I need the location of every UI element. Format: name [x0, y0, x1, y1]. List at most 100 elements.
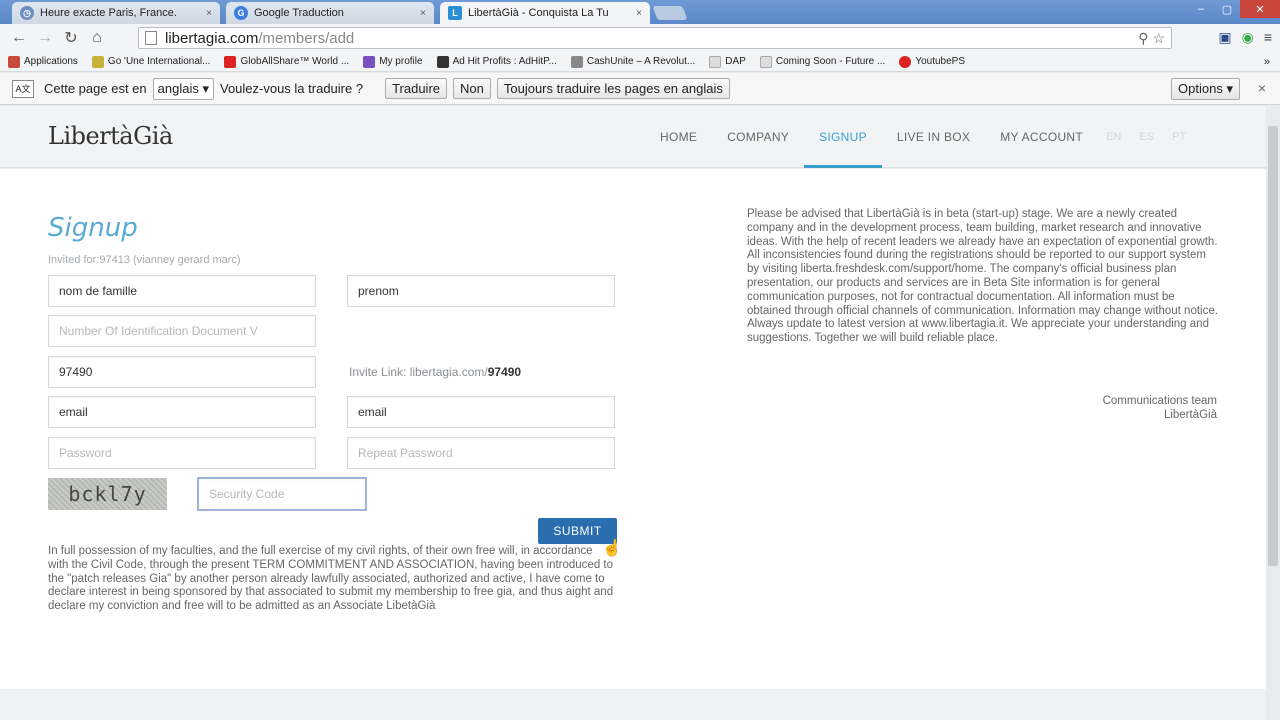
lang-es[interactable]: ES [1139, 131, 1154, 143]
page-icon [759, 55, 772, 68]
bookmark-icon [899, 55, 912, 68]
site-logo[interactable]: LibertàGià [48, 122, 173, 150]
sponsor-id-input[interactable]: 97490 [48, 356, 316, 388]
page-icon [145, 31, 157, 45]
password-input[interactable]: Password [48, 437, 316, 469]
bookmark-icon [436, 55, 449, 68]
translate-bar: A文 Cette page est en anglais ▾ Voulez-vo… [0, 73, 1280, 105]
bookmark-icon [91, 55, 104, 68]
bookmark-label: Go 'Une International... [107, 56, 211, 67]
home-icon[interactable]: ⌂ [84, 29, 110, 47]
invite-link-prefix: Invite Link: libertagia.com/ [349, 365, 488, 379]
forward-arrow-icon[interactable]: → [32, 29, 58, 47]
tab-title: Google Traduction [254, 7, 344, 19]
nav-company[interactable]: COMPANY [712, 106, 804, 168]
bookmark-cashunite[interactable]: CashUnite – A Revolut... [570, 55, 695, 68]
language-switcher: EN ES PT [1106, 106, 1186, 168]
window-close-icon[interactable]: ✕ [1240, 0, 1280, 18]
tab-title: LibertàGià - Conquista La Tu [468, 7, 609, 19]
translate-button[interactable]: Traduire [385, 78, 448, 99]
tab-title: Heure exacte Paris, France. [40, 7, 177, 19]
apps-icon [8, 55, 20, 68]
minimize-icon[interactable]: – [1188, 0, 1214, 18]
extension-icons: ▣ ◉ ≡ [1218, 29, 1272, 46]
main-nav: HOME COMPANY SIGNUP LIVE IN BOX MY ACCOU… [645, 106, 1186, 168]
no-button[interactable]: Non [453, 78, 491, 99]
tab-google-traduction[interactable]: G Google Traduction × [226, 2, 434, 24]
options-button[interactable]: Options ▾ [1171, 78, 1240, 100]
extension-green-icon[interactable]: ◉ [1242, 29, 1254, 46]
translate-icon: A文 [12, 79, 34, 98]
language-select[interactable]: anglais ▾ [152, 77, 214, 100]
window-controls: – ▢ ✕ [1188, 0, 1280, 18]
lang-en[interactable]: EN [1106, 131, 1121, 143]
security-code-input[interactable]: Security Code [197, 477, 367, 511]
bookmark-international[interactable]: Go 'Une International... [91, 55, 211, 68]
tab-strip: ◷ Heure exacte Paris, France. × G Google… [0, 0, 1280, 24]
nav-signup[interactable]: SIGNUP [804, 106, 882, 168]
bookmark-icon [363, 55, 376, 68]
terms-text: In full possession of my faculties, and … [48, 545, 614, 613]
close-icon[interactable]: × [636, 8, 642, 19]
bookmark-coming-soon[interactable]: Coming Soon - Future ... [759, 55, 885, 68]
new-tab-button[interactable] [652, 6, 688, 20]
bookmarks-overflow-icon[interactable]: » [1264, 56, 1270, 68]
bookmark-label: Ad Hit Profits : AdHitP... [452, 56, 557, 67]
bookmark-dap[interactable]: DAP [709, 55, 746, 68]
bookmark-label: YoutubePS [915, 56, 966, 67]
always-translate-button[interactable]: Toujours traduire les pages en anglais [496, 78, 730, 99]
invite-link[interactable]: Invite Link: libertagia.com/97490 [349, 365, 521, 379]
bookmark-ad-hit-profits[interactable]: Ad Hit Profits : AdHitP... [436, 55, 557, 68]
back-arrow-icon[interactable]: ← [6, 29, 32, 47]
site-header: LibertàGià HOME COMPANY SIGNUP LIVE IN B… [0, 106, 1266, 168]
bookmark-my-profile[interactable]: My profile [363, 55, 423, 68]
beta-notice: Please be advised that LibertàGià is in … [747, 208, 1218, 345]
main-content: Signup Invited for:97413 (vianney gerard… [0, 169, 1266, 689]
url-path: /members/add [258, 29, 355, 47]
page-footer [0, 689, 1266, 720]
last-name-input[interactable]: nom de famille [48, 275, 316, 307]
first-name-input[interactable]: prenom [347, 275, 615, 307]
translate-favicon-icon: G [234, 6, 248, 20]
bookmark-label: DAP [725, 56, 746, 67]
tab-libertagia[interactable]: L LibertàGià - Conquista La Tu × [440, 2, 650, 24]
reload-icon[interactable]: ↻ [58, 28, 84, 48]
nav-live-in-box[interactable]: LIVE IN BOX [882, 106, 985, 168]
libertagia-favicon-icon: L [448, 6, 462, 20]
maximize-icon[interactable]: ▢ [1214, 0, 1240, 18]
bookmark-globallshare[interactable]: GlobAllShare™ World ... [224, 55, 349, 68]
invited-for-text: Invited for:97413 (vianney gerard marc) [48, 254, 241, 266]
search-and-star-icons[interactable]: ⚲ ☆ [1138, 30, 1165, 47]
url-host: libertagia.com [165, 29, 259, 47]
translate-prefix: Cette page est en [44, 81, 147, 96]
notice-signature: Communications team LibertàGià [747, 395, 1217, 423]
bookmark-youtubeps[interactable]: YoutubePS [899, 55, 966, 68]
close-icon[interactable]: × [420, 8, 426, 19]
close-icon[interactable]: × [1258, 80, 1266, 96]
extension-icon[interactable]: ▣ [1218, 29, 1231, 46]
signature-company: LibertàGià [1163, 408, 1217, 421]
page-icon [709, 55, 722, 68]
bookmark-applications[interactable]: Applications [8, 55, 78, 68]
captcha-image: bckl7y [48, 478, 167, 510]
invite-link-code: 97490 [487, 365, 522, 379]
close-icon[interactable]: × [206, 8, 212, 19]
address-bar[interactable]: libertagia.com/members/add ⚲ ☆ [138, 27, 1172, 49]
bookmark-label: Applications [24, 56, 78, 67]
email-repeat-field[interactable]: email [347, 396, 615, 428]
nav-home[interactable]: HOME [645, 106, 712, 168]
tab-heure-exacte[interactable]: ◷ Heure exacte Paris, France. × [12, 2, 220, 24]
page-title: Signup [48, 213, 138, 243]
repeat-password-input[interactable]: Repeat Password [347, 437, 615, 469]
signature-team: Communications team [1102, 395, 1217, 407]
id-document-input[interactable]: Number Of Identification Document V [48, 315, 316, 347]
scrollbar[interactable] [1266, 106, 1280, 720]
menu-icon[interactable]: ≡ [1264, 29, 1272, 46]
bookmark-icon [224, 55, 237, 68]
email-field[interactable]: email [48, 396, 316, 428]
bookmarks-bar: Applications Go 'Une International... Gl… [0, 52, 1280, 72]
scrollbar-thumb[interactable] [1268, 126, 1278, 566]
browser-toolbar: ← → ↻ ⌂ libertagia.com/members/add ⚲ ☆ [0, 24, 1280, 52]
nav-my-account[interactable]: MY ACCOUNT [985, 106, 1098, 168]
lang-pt[interactable]: PT [1172, 131, 1186, 143]
